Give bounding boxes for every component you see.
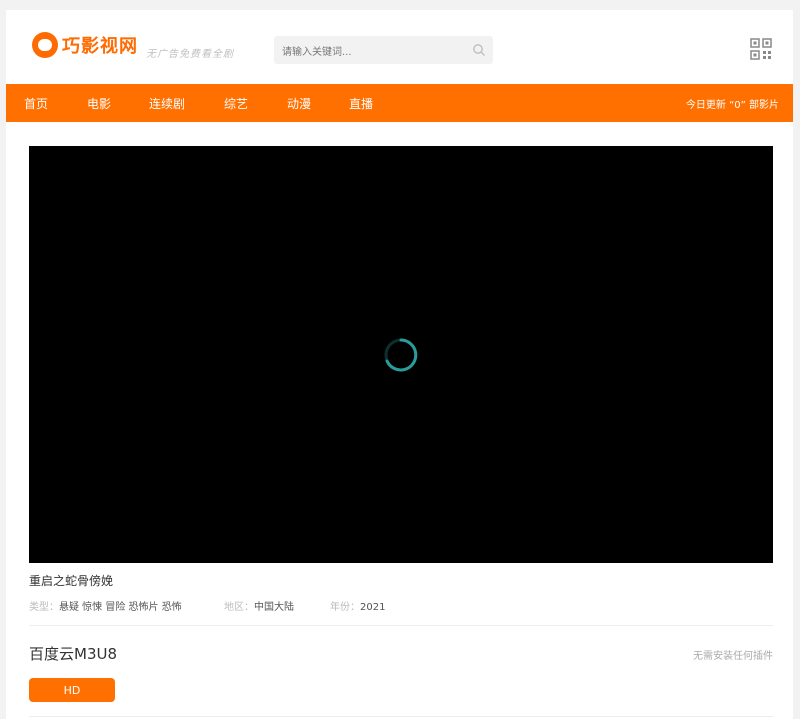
video-title: 重启之蛇骨傍娩 (29, 574, 114, 588)
video-genre: 类型：悬疑 惊悚 冒险 恐怖片 恐怖 (29, 598, 182, 613)
region-value: 中国大陆 (254, 602, 294, 613)
qr-code-icon[interactable] (750, 38, 772, 60)
year-label: 年份： (330, 602, 360, 613)
search-box[interactable]: 请输入关键词... (274, 36, 493, 64)
site-logo[interactable]: 巧影视网 (32, 32, 138, 58)
divider (29, 625, 773, 626)
divider (29, 716, 773, 717)
site-slogan: 无广告免费看全剧 (146, 49, 234, 60)
episode-button-hd[interactable]: HD (29, 678, 115, 702)
region-label: 地区： (224, 602, 254, 613)
page: 巧影视网 无广告免费看全剧 请输入关键词... 首页 电影 连续剧 综艺 动漫 … (0, 0, 800, 719)
search-icon[interactable] (465, 36, 493, 64)
nav-item-variety[interactable]: 综艺 (224, 95, 248, 112)
source-name: 百度云M3U8 (29, 645, 118, 663)
nav-item-series[interactable]: 连续剧 (149, 95, 185, 112)
source-note: 无需安装任何插件 (693, 651, 773, 662)
year-value: 2021 (360, 602, 386, 613)
nav-item-anime[interactable]: 动漫 (287, 95, 311, 112)
daily-update-count: 今日更新 “0” 部影片 (685, 100, 779, 111)
genre-value: 悬疑 惊悚 冒险 恐怖片 恐怖 (59, 602, 182, 613)
nav-item-home[interactable]: 首页 (24, 95, 48, 112)
video-year: 年份：2021 (330, 598, 385, 613)
logo-icon (32, 32, 58, 58)
nav-item-live[interactable]: 直播 (349, 95, 373, 112)
main-content: 重启之蛇骨傍娩 类型：悬疑 惊悚 冒险 恐怖片 恐怖 地区：中国大陆 年份：20… (6, 122, 793, 719)
loading-spinner-icon (384, 338, 418, 372)
video-player[interactable] (29, 146, 773, 563)
site-header: 巧影视网 无广告免费看全剧 请输入关键词... (6, 10, 793, 84)
logo-text: 巧影视网 (62, 36, 138, 57)
nav-item-movies[interactable]: 电影 (87, 95, 111, 112)
genre-label: 类型： (29, 602, 59, 613)
main-nav: 首页 电影 连续剧 综艺 动漫 直播 今日更新 “0” 部影片 (6, 84, 793, 122)
video-region: 地区：中国大陆 (224, 598, 294, 613)
search-input[interactable]: 请输入关键词... (274, 43, 465, 58)
